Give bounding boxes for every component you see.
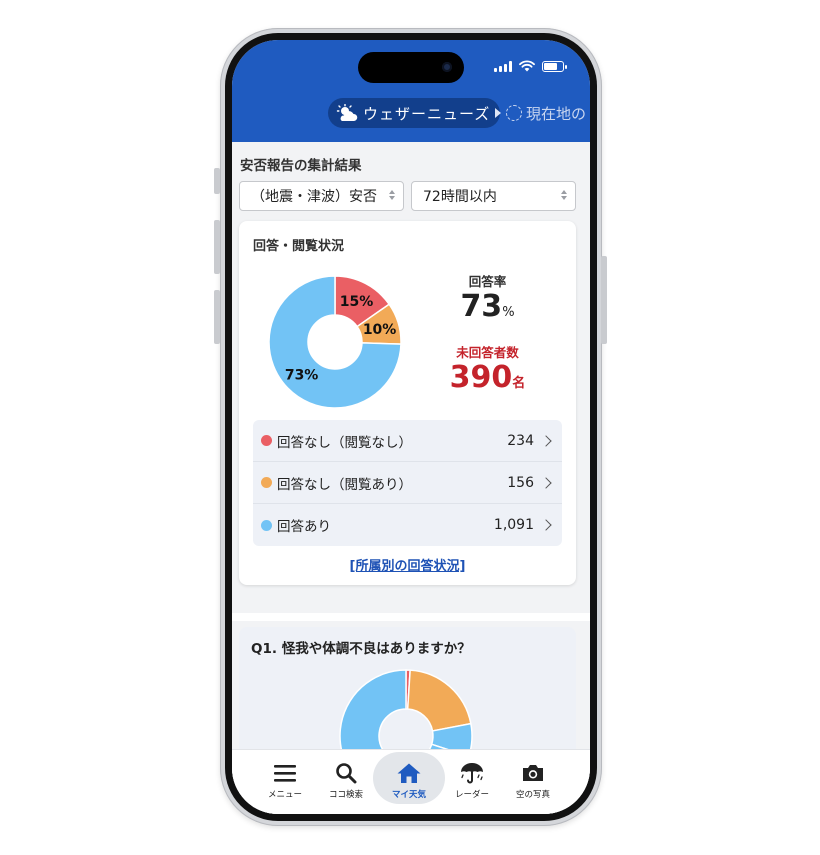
unanswered-value: 390 [449, 360, 513, 395]
weathernews-label: ウェザーニューズ [363, 104, 491, 123]
list-item-answered[interactable]: 回答あり 1,091 [253, 504, 562, 546]
donut-slice [406, 669, 472, 732]
tab-label: メニュー [267, 790, 302, 800]
home-icon [396, 762, 422, 784]
response-status-card: 回答・閲覧状況 15% 10% 73% 回答率 73% 未回答者数 390名 回答な… [239, 221, 576, 585]
umbrella-icon [459, 762, 485, 784]
response-rate-block: 回答率 73% 未回答者数 390名 [425, 271, 550, 395]
search-icon [333, 762, 359, 784]
select-caret-icon [561, 190, 567, 200]
silent-switch [214, 168, 220, 194]
donut-data-label: 73% [285, 367, 319, 383]
legend-dot [261, 435, 272, 446]
disaster-type-select[interactable]: （地震・津波）安否 [239, 181, 404, 211]
status-bar-icons [494, 60, 567, 72]
legend-dot [261, 477, 272, 488]
tab-search[interactable]: ココ検索 [315, 750, 377, 806]
response-rate-unit: % [502, 305, 515, 320]
period-select[interactable]: 72時間以内 [411, 181, 576, 211]
weathernews-tab[interactable]: ウェザーニューズ [328, 98, 501, 128]
donut-data-label: 10% [363, 322, 397, 338]
tab-arrow-icon [495, 108, 501, 118]
menu-icon [272, 762, 298, 784]
chevron-right-icon [540, 519, 552, 531]
response-rate-label: 回答率 [468, 274, 507, 289]
app-header: ウェザーニューズ 現在地の [232, 40, 590, 142]
chevron-right-icon [540, 476, 552, 489]
list-item-label: 回答あり [277, 519, 331, 535]
tab-label: ココ検索 [328, 790, 363, 800]
section-divider [232, 613, 590, 621]
volume-down-button [214, 290, 220, 344]
tab-my-weather[interactable]: マイ天気 [373, 750, 445, 806]
response-donut-chart: 15% 10% 73% [268, 275, 402, 409]
tab-label: マイ天気 [391, 790, 426, 800]
tab-sky-photos[interactable]: 空の写真 [502, 750, 564, 806]
period-value: 72時間以内 [423, 189, 497, 205]
list-item-count: 234 [507, 432, 534, 449]
department-status-link[interactable]: [所属別の回答状況] [239, 555, 576, 574]
tab-label: 空の写真 [515, 790, 550, 800]
current-location-label: 現在地の [526, 104, 587, 123]
response-status-title: 回答・閲覧状況 [253, 239, 345, 254]
camera-icon [520, 762, 546, 784]
list-item-no-answer-read[interactable]: 回答なし（閲覧あり） 156 [253, 462, 562, 504]
list-item-count: 156 [507, 474, 534, 491]
disaster-type-value: （地震・津波）安否 [251, 189, 377, 205]
select-caret-icon [389, 190, 395, 200]
unanswered-unit: 名 [512, 376, 526, 391]
report-title: 安否報告の集計結果 [240, 158, 362, 174]
phone-screen: ウェザーニューズ 現在地の 安否報告の集計結果 （地震・津波）安否 72時間以内… [232, 40, 590, 814]
status-list: 回答なし（閲覧なし） 234 回答なし（閲覧あり） 156 回答あり 1,091 [253, 420, 562, 546]
unanswered-label: 未回答者数 [456, 345, 519, 360]
camera-icon [442, 62, 452, 72]
current-location-tab[interactable]: 現在地の [506, 98, 586, 128]
partly-cloudy-icon [336, 104, 358, 121]
cellular-signal-icon [494, 60, 512, 72]
bottom-tab-bar: メニュー ココ検索 マイ天気 レーダー 空の写真 [232, 749, 590, 814]
list-item-no-answer-unread[interactable]: 回答なし（閲覧なし） 234 [253, 420, 562, 462]
legend-dot [261, 519, 272, 531]
main-content[interactable]: 安否報告の集計結果 （地震・津波）安否 72時間以内 回答・閲覧状況 15% 10… [232, 142, 590, 814]
location-icon [506, 105, 522, 121]
wifi-icon [519, 60, 535, 72]
list-item-label: 回答なし（閲覧なし） [277, 434, 412, 451]
battery-icon [542, 60, 567, 72]
donut-data-label: 15% [340, 294, 374, 310]
tab-menu[interactable]: メニュー [254, 750, 316, 806]
volume-up-button [214, 220, 220, 274]
power-button [601, 256, 607, 344]
list-item-label: 回答なし（閲覧あり） [277, 476, 412, 493]
tab-label: レーダー [454, 790, 489, 800]
list-item-count: 1,091 [493, 517, 534, 533]
dynamic-island [358, 52, 464, 83]
chevron-right-icon [540, 434, 552, 447]
question-title: Q1. 怪我や体調不良はありますか？ [251, 641, 471, 657]
response-rate-value: 73 [460, 289, 503, 324]
tab-radar[interactable]: レーダー [441, 750, 503, 806]
